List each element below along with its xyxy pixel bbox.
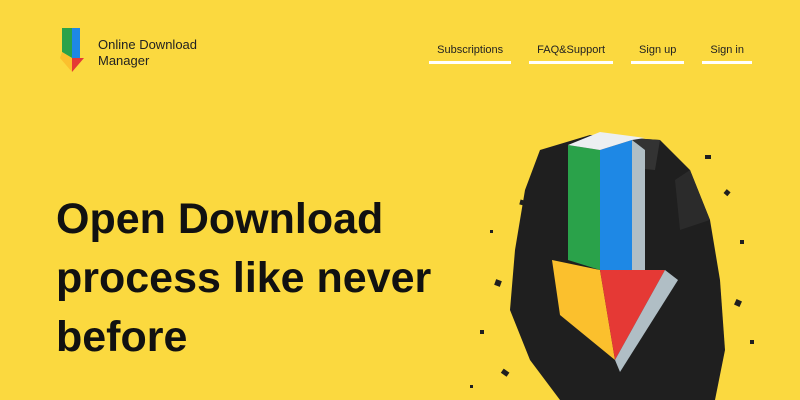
brand-line-1: Online Download — [98, 37, 198, 52]
brand-line-2: Manager — [98, 53, 150, 68]
nav-faq-support[interactable]: FAQ&Support — [529, 44, 614, 64]
hero-line-3: before — [56, 313, 188, 361]
hero-line-1: Open Download — [56, 195, 384, 243]
arrow-shade — [632, 140, 645, 280]
brand-name: Online Download Manager — [98, 37, 197, 69]
hero-illustration — [470, 132, 754, 400]
nav-subscriptions[interactable]: Subscriptions — [429, 44, 512, 64]
arrow-green — [568, 145, 600, 270]
top-nav: Subscriptions FAQ&Support Sign up Sign i… — [429, 44, 752, 64]
logo[interactable]: Online Download Manager — [58, 28, 197, 78]
hero-headline: Open Download process like never before — [56, 190, 431, 367]
nav-sign-up[interactable]: Sign up — [631, 44, 685, 64]
download-arrow-logo-icon — [60, 28, 84, 72]
nav-sign-in[interactable]: Sign in — [702, 44, 752, 64]
hero-line-2: process like never — [56, 254, 432, 302]
arrow-blue — [600, 140, 632, 270]
